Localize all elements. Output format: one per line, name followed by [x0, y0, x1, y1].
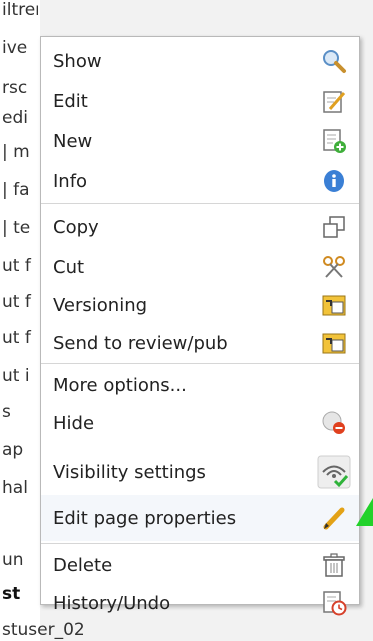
new-page-icon — [321, 128, 347, 154]
menu-separator — [41, 363, 359, 364]
menu-item-label: Info — [53, 170, 88, 192]
history-icon — [321, 590, 347, 616]
bg-row: un — [2, 550, 24, 570]
info-icon — [321, 168, 347, 194]
bg-row: iltren — [2, 0, 38, 20]
copy-icon — [321, 214, 347, 240]
menu-item-history-undo[interactable]: History/Undo — [41, 583, 359, 623]
menu-item-label: More options... — [53, 374, 187, 396]
bg-row: ive — [2, 38, 28, 58]
menu-item-label: Send to review/pub — [53, 332, 228, 354]
scissors-icon — [321, 254, 347, 280]
menu-separator — [41, 203, 359, 204]
menu-item-label: Copy — [53, 216, 99, 238]
bg-row: s — [2, 402, 11, 422]
bg-row: | te — [2, 218, 31, 238]
bg-row: | fa — [2, 180, 30, 200]
bg-row: | m — [2, 142, 30, 162]
menu-item-copy[interactable]: Copy — [41, 207, 359, 247]
trash-icon — [321, 552, 347, 578]
pointer-arrow-icon — [356, 498, 373, 526]
bg-row: st — [2, 584, 21, 604]
menu-item-label: Show — [53, 50, 102, 72]
bg-bottom-user: stuser_02 — [2, 620, 85, 640]
pencil-icon — [321, 505, 347, 531]
background-list: iltren ive rsc edi | m | fa | te ut f ut… — [0, 0, 40, 641]
visibility-icon — [317, 455, 351, 489]
menu-item-label: History/Undo — [53, 592, 171, 614]
menu-item-label: Edit — [53, 90, 88, 112]
menu-item-more-options[interactable]: More options... — [41, 365, 359, 405]
menu-item-label: Cut — [53, 256, 85, 278]
send-review-icon — [321, 330, 347, 356]
bg-row: ut f — [2, 256, 31, 276]
bg-row: ap — [2, 440, 24, 460]
menu-item-label: New — [53, 130, 93, 152]
menu-item-label: Versioning — [53, 294, 148, 316]
versioning-icon — [321, 292, 347, 318]
menu-item-new[interactable]: New — [41, 121, 359, 161]
bg-row: hal — [2, 478, 28, 498]
menu-item-visibility-settings[interactable]: Visibility settings — [41, 449, 359, 495]
menu-item-edit-page-properties[interactable]: Edit page properties — [41, 495, 359, 541]
bg-row: ut f — [2, 328, 31, 348]
menu-item-versioning[interactable]: Versioning — [41, 285, 359, 325]
menu-item-show[interactable]: Show — [41, 41, 359, 81]
hide-icon — [321, 410, 347, 436]
menu-item-label: Edit page properties — [53, 507, 237, 529]
menu-item-edit[interactable]: Edit — [41, 81, 359, 121]
bg-row: ut f — [2, 292, 31, 312]
menu-separator — [41, 543, 359, 544]
magnifier-icon — [321, 48, 347, 74]
bg-row: rsc — [2, 78, 28, 98]
menu-item-label: Delete — [53, 554, 113, 576]
menu-item-delete[interactable]: Delete — [41, 545, 359, 585]
bg-row: edi — [2, 108, 28, 128]
menu-item-send-to-review[interactable]: Send to review/pub — [41, 323, 359, 363]
bg-row: ut i — [2, 366, 30, 386]
menu-item-info[interactable]: Info — [41, 161, 359, 201]
context-menu: Show Edit New Info Copy Cut Versioning S… — [40, 36, 360, 616]
menu-item-label: Hide — [53, 412, 95, 434]
edit-page-icon — [321, 88, 347, 114]
menu-item-hide[interactable]: Hide — [41, 403, 359, 443]
menu-item-label: Visibility settings — [53, 461, 206, 483]
menu-item-cut[interactable]: Cut — [41, 247, 359, 287]
